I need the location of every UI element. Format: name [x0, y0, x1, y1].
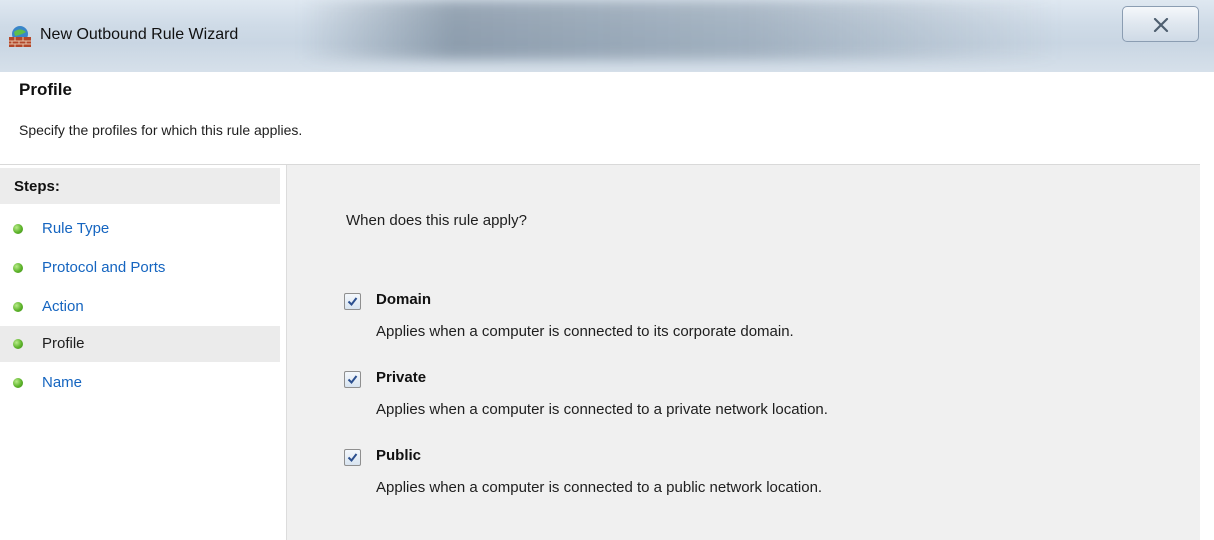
private-label[interactable]: Private [376, 369, 426, 386]
window-title: New Outbound Rule Wizard [40, 26, 239, 43]
wizard-content: When does this rule apply? Domain Applie… [286, 165, 1200, 540]
step-profile[interactable]: Profile [0, 326, 280, 362]
step-label: Protocol and Ports [42, 259, 166, 276]
wizard-header: Profile Specify the profiles for which t… [0, 72, 1201, 164]
domain-label[interactable]: Domain [376, 291, 431, 308]
step-status-icon [13, 378, 23, 388]
close-icon [1153, 18, 1169, 32]
step-rule-type[interactable]: Rule Type [0, 211, 280, 247]
page-title: Profile [19, 80, 72, 99]
step-status-icon [13, 224, 23, 234]
step-action[interactable]: Action [0, 289, 280, 325]
steps-panel: Steps: Rule Type Protocol and Ports Acti… [0, 165, 284, 540]
step-status-icon [13, 263, 23, 273]
public-checkbox[interactable] [344, 449, 361, 466]
private-checkbox[interactable] [344, 371, 361, 388]
steps-heading-label: Steps: [14, 178, 60, 195]
steps-heading: Steps: [0, 168, 280, 204]
checkmark-icon [347, 297, 358, 307]
step-label: Rule Type [42, 220, 110, 237]
step-status-icon [13, 339, 23, 349]
step-name[interactable]: Name [0, 365, 280, 401]
public-label[interactable]: Public [376, 447, 421, 464]
step-label: Profile [42, 335, 85, 352]
step-label: Name [42, 374, 83, 391]
title-bar: New Outbound Rule Wizard [0, 0, 1214, 72]
page-subtitle: Specify the profiles for which this rule… [19, 122, 303, 138]
step-protocol-and-ports[interactable]: Protocol and Ports [0, 250, 280, 286]
checkmark-icon [347, 453, 358, 463]
step-label: Action [42, 298, 84, 315]
domain-checkbox[interactable] [344, 293, 361, 310]
domain-description: Applies when a computer is connected to … [376, 323, 794, 340]
checkmark-icon [347, 375, 358, 385]
private-description: Applies when a computer is connected to … [376, 401, 828, 418]
rule-question: When does this rule apply? [346, 212, 527, 229]
title-bar-background [300, 0, 1060, 60]
window-edge [1200, 72, 1214, 540]
firewall-icon [9, 26, 31, 47]
step-status-icon [13, 302, 23, 312]
public-description: Applies when a computer is connected to … [376, 479, 823, 496]
close-button[interactable] [1122, 6, 1199, 42]
